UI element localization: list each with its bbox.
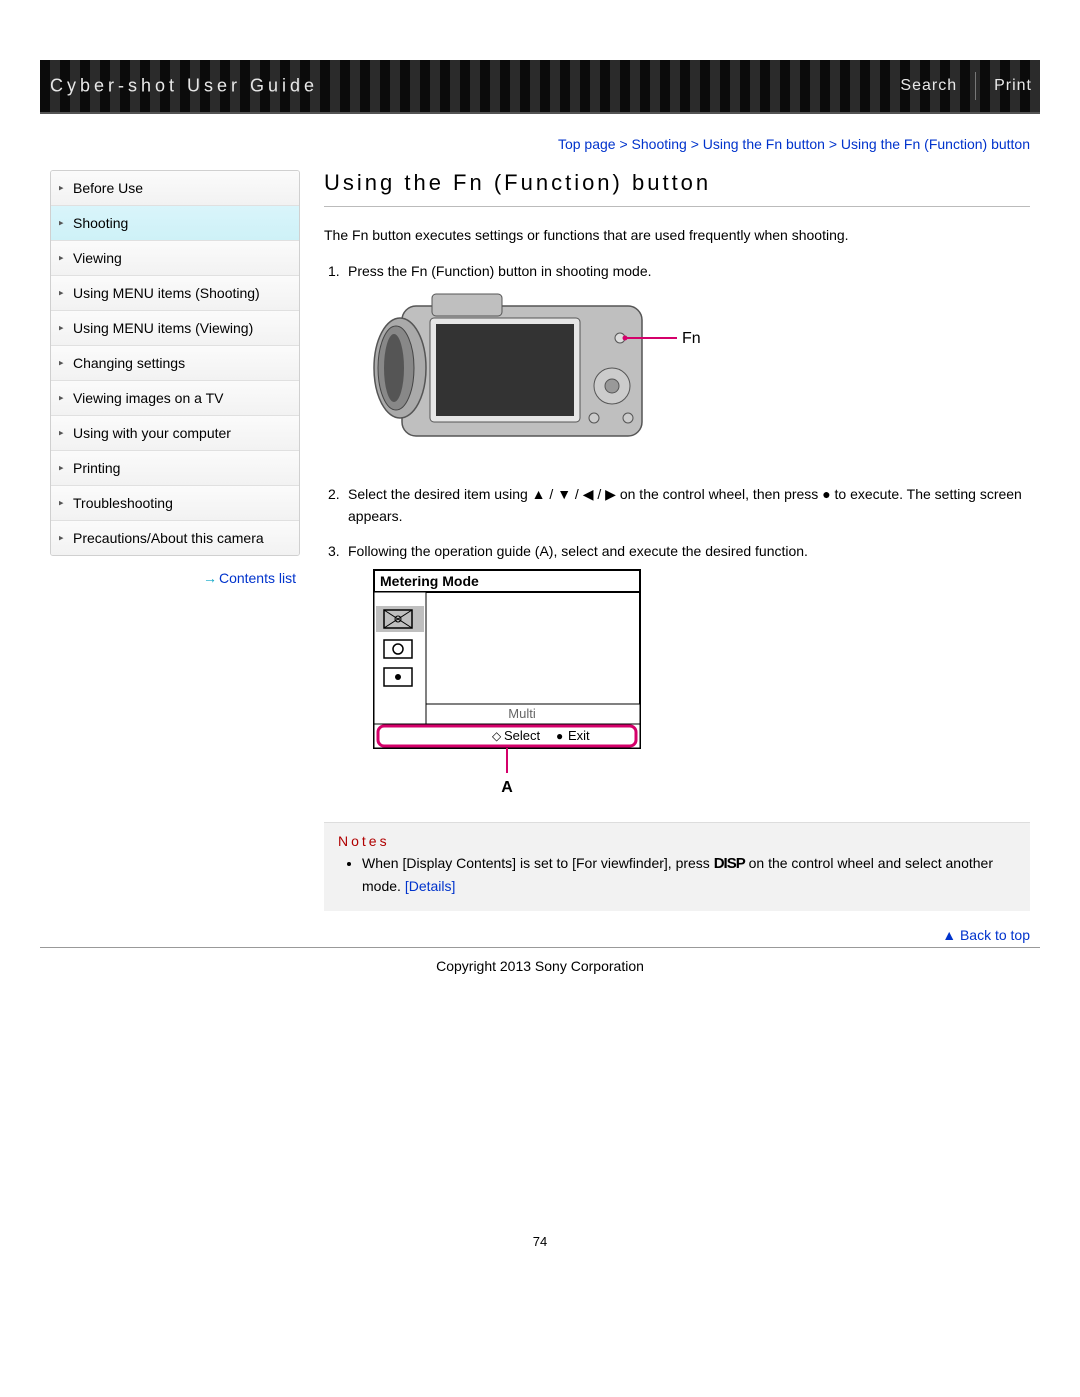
- step-1: Press the Fn (Function) button in shooti…: [328, 260, 1030, 465]
- svg-text:Multi: Multi: [508, 706, 536, 721]
- sidebar-item-printing[interactable]: Printing: [51, 451, 299, 486]
- svg-text:Metering Mode: Metering Mode: [380, 573, 479, 589]
- camera-illustration: Fn: [372, 288, 712, 458]
- copyright-text: Copyright 2013 Sony Corporation: [40, 958, 1040, 974]
- sidebar-nav: Before Use Shooting Viewing Using MENU i…: [50, 170, 300, 556]
- step-2: Select the desired item using ▲ / ▼ / ◀ …: [328, 483, 1030, 528]
- svg-text:Select: Select: [504, 728, 541, 743]
- up-triangle-icon: ▲: [532, 483, 546, 505]
- down-triangle-icon: ▼: [557, 483, 571, 505]
- sidebar-item-shooting[interactable]: Shooting: [51, 206, 299, 241]
- sidebar-item-before-use[interactable]: Before Use: [51, 171, 299, 206]
- sidebar-item-tv[interactable]: Viewing images on a TV: [51, 381, 299, 416]
- center-dot-icon: ●: [822, 486, 830, 502]
- header-separator: [975, 72, 976, 100]
- breadcrumb[interactable]: Top page > Shooting > Using the Fn butto…: [40, 136, 1030, 152]
- step-3: Following the operation guide (A), selec…: [328, 540, 1030, 805]
- sidebar-item-computer[interactable]: Using with your computer: [51, 416, 299, 451]
- metering-mode-screen: Metering Mode: [372, 568, 652, 798]
- main-content: Using the Fn (Function) button The Fn bu…: [324, 170, 1030, 943]
- details-link[interactable]: [Details]: [405, 878, 456, 894]
- fn-label: Fn: [682, 330, 701, 347]
- sidebar-item-menu-viewing[interactable]: Using MENU items (Viewing): [51, 311, 299, 346]
- app-title: Cyber-shot User Guide: [50, 76, 318, 97]
- svg-text:A: A: [501, 779, 513, 796]
- print-link[interactable]: Print: [994, 77, 1032, 95]
- back-to-top-link[interactable]: ▲ Back to top: [324, 927, 1030, 943]
- svg-text:●: ●: [556, 729, 563, 743]
- notes-title: Notes: [338, 833, 1016, 849]
- header-bar: Cyber-shot User Guide Search Print: [40, 60, 1040, 114]
- notes-item: When [Display Contents] is set to [For v…: [362, 853, 1016, 897]
- svg-text:◇: ◇: [492, 729, 502, 743]
- left-triangle-icon: ◀: [583, 483, 594, 505]
- sidebar-item-changing-settings[interactable]: Changing settings: [51, 346, 299, 381]
- disp-icon: DISP: [714, 855, 745, 872]
- sidebar-item-troubleshooting[interactable]: Troubleshooting: [51, 486, 299, 521]
- intro-text: The Fn button executes settings or funct…: [324, 225, 1030, 246]
- sidebar-item-viewing[interactable]: Viewing: [51, 241, 299, 276]
- contents-list-link[interactable]: →Contents list: [203, 570, 296, 586]
- sidebar-item-menu-shooting[interactable]: Using MENU items (Shooting): [51, 276, 299, 311]
- title-divider: [324, 206, 1030, 207]
- sidebar-item-precautions[interactable]: Precautions/About this camera: [51, 521, 299, 555]
- search-link[interactable]: Search: [900, 77, 957, 95]
- right-triangle-icon: ▶: [605, 483, 616, 505]
- arrow-icon: →: [203, 570, 215, 586]
- page-number: 74: [40, 1234, 1040, 1249]
- page-title: Using the Fn (Function) button: [324, 170, 1030, 196]
- notes-box: Notes When [Display Contents] is set to …: [324, 822, 1030, 911]
- svg-text:Exit: Exit: [568, 728, 590, 743]
- up-triangle-icon: ▲: [942, 927, 956, 943]
- footer-divider: [40, 947, 1040, 948]
